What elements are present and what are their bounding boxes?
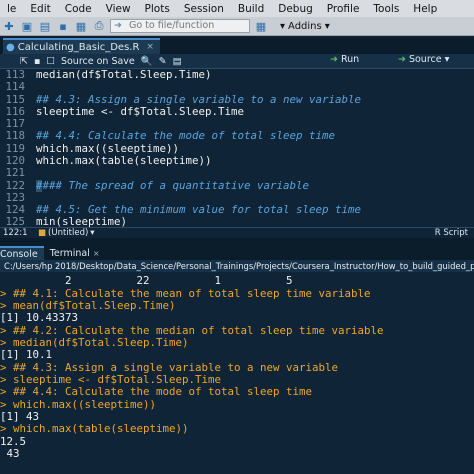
goto-placeholder: Go to file/function [129,20,215,31]
source-button[interactable]: ➜ Source ▾ [398,54,449,65]
menu-profile[interactable]: Profile [320,3,367,15]
menu-plots[interactable]: Plots [138,3,177,15]
run-label: Run [340,54,360,65]
menu-code[interactable]: Code [58,3,99,15]
cursor-position: 122:1 [3,228,28,238]
show-in-window-icon[interactable]: ⇱ [20,56,28,67]
console-line: > ## 4.4: Calculate the mode of total sl… [0,385,313,398]
working-directory-path: C:/Users/hp 2018/Desktop/Data_Science/Pe… [0,260,474,272]
console-line: 2 22 1 5 [0,274,293,287]
editor-line: 116 sleeptime <- df$Total.Sleep.Time [5,105,245,118]
console-line: [1] 10.43373 [0,311,79,324]
editor-tab-file[interactable]: ● Calculating_Basic_Des.R × [3,38,160,54]
main-toolbar: ✚ ▣ ▤ ▪ ▦ ⎙ ➜ Go to file/function ▦ ▾ Ad… [0,17,474,36]
editor-line: 113 median(df$Total.Sleep.Time) [5,68,212,81]
save-all-icon[interactable]: ▦ [74,19,88,33]
goto-arrow-icon: ➜ [114,20,122,31]
console-tab-row: Console Terminal × [0,245,474,260]
pane-splitter[interactable] [0,238,474,245]
compile-report-icon[interactable]: ▤ [173,56,182,67]
source-on-save-checkbox[interactable]: ☐ [46,56,55,67]
tab-terminal[interactable]: Terminal × [44,246,106,260]
console-line: 43 [0,447,20,460]
editor-line: 118 ## 4.4: Calculate the mode of total s… [5,129,336,142]
run-arrow-icon: ➜ [330,54,338,65]
editor-line: 121 [5,166,25,179]
menu-bar: le Edit Code View Plots Session Build De… [0,0,474,17]
wand-icon[interactable]: ✎ [159,56,167,67]
chevron-down-icon: ▾ [90,228,95,238]
addins-chevron-icon: ▾ [324,20,330,32]
tab-console[interactable]: Console [0,246,44,260]
new-project-icon[interactable]: ▣ [20,19,34,33]
addins-label: Addins [288,20,322,32]
r-file-icon: ● [6,41,15,53]
editor-line: 114 [5,80,25,93]
menu-file[interactable]: le [0,3,23,15]
save-icon[interactable]: ▪ [56,19,70,33]
close-icon[interactable]: × [146,42,154,52]
console-tab-label: Console [0,248,38,260]
menu-tools[interactable]: Tools [366,3,406,15]
menu-edit[interactable]: Edit [23,3,57,15]
language-selector[interactable]: R Script [435,228,468,238]
editor-tab-label: Calculating_Basic_Des.R [17,41,140,53]
run-button[interactable]: ➜ Run [330,54,359,65]
scope-selector[interactable]: ■ (Untitled) ▾ [38,228,95,238]
editor-status-bar: 122:1 ■ (Untitled) ▾ R Script [0,227,474,238]
save-icon[interactable]: ▪ [34,56,40,67]
scope-icon: ■ [38,228,47,238]
menu-session[interactable]: Session [177,3,231,15]
source-chevron-icon: ▾ [444,54,450,65]
scope-label: (Untitled) [48,228,89,238]
editor-line: 120 which.max(table(sleeptime)) [5,154,212,167]
code-editor[interactable]: 113 median(df$Total.Sleep.Time) 114 115 ##… [0,68,474,228]
source-on-save-label: Source on Save [60,55,135,67]
menu-build[interactable]: Build [231,3,271,15]
path-text: C:/Users/hp 2018/Desktop/Data_Science/Pe… [4,261,474,271]
new-file-icon[interactable]: ✚ [2,19,16,33]
terminal-tab-label: Terminal [49,247,90,259]
menu-view[interactable]: View [99,3,138,15]
goto-file-input[interactable]: ➜ Go to file/function [110,19,250,33]
editor-toolbar: ⇱ ▪ ☐ Source on Save 🔍 ✎ ▤ ➜ Run ➜ Sourc… [0,54,474,69]
console-line: [1] 10.1 [0,348,53,361]
editor-tab-row: ● Calculating_Basic_Des.R × [0,37,474,54]
menu-help[interactable]: Help [406,3,444,15]
console-output[interactable]: 2 22 1 5 > ## 4.1: Calculate the mean of… [0,272,474,474]
print-icon[interactable]: ⎙ [92,19,106,33]
editor-line: 122 #### The spread of a quantitative var… [5,179,310,192]
chevron-down-icon: ▾ [280,20,286,32]
search-icon[interactable]: 🔍 [141,56,153,67]
menu-debug[interactable]: Debug [271,3,320,15]
addins-button[interactable]: ▾ Addins ▾ [280,21,330,32]
console-line: > which.max(table(sleeptime)) [0,422,189,435]
source-arrow-icon: ➜ [398,54,406,65]
close-icon[interactable]: × [93,249,100,258]
open-file-icon[interactable]: ▤ [38,19,52,33]
grid-icon[interactable]: ▦ [254,19,268,33]
source-label: Source [408,54,442,65]
